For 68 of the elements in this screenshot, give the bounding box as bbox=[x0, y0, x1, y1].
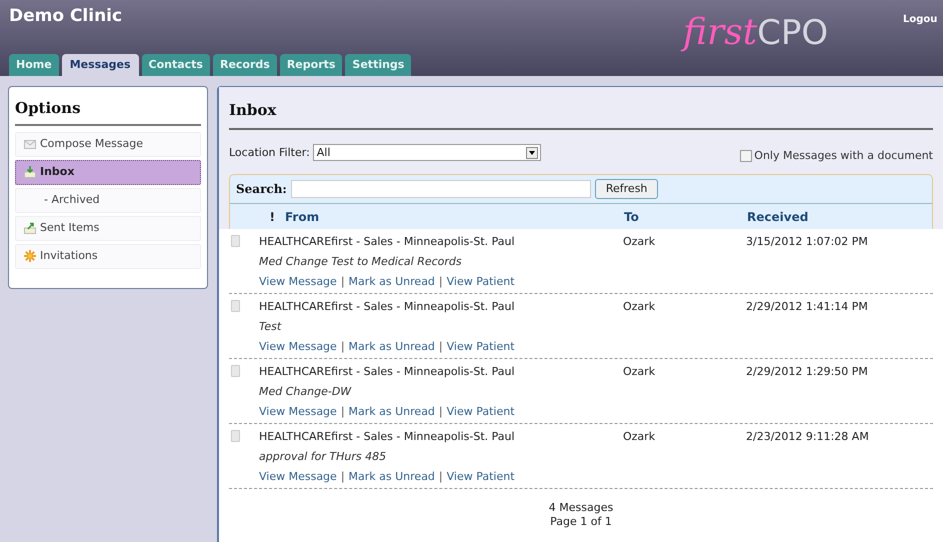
link-separator: | bbox=[340, 274, 345, 290]
sidebar-item[interactable]: Compose Message bbox=[15, 132, 201, 156]
inbox-title: Inbox bbox=[229, 99, 933, 130]
logout-link[interactable]: Logou bbox=[903, 12, 938, 27]
nav-tab[interactable]: Messages bbox=[62, 54, 138, 76]
link-separator: | bbox=[340, 404, 345, 420]
message-action-link[interactable]: Mark as Unread bbox=[348, 338, 435, 356]
message-subject: approval for THurs 485 bbox=[259, 449, 388, 465]
app-logo: firstCPO bbox=[683, 6, 828, 60]
message-sender: HEALTHCAREfirst - Sales - Minneapolis-St. Paul bbox=[259, 234, 516, 250]
document-icon bbox=[231, 235, 240, 247]
message-received: 2/23/2012 9:11:28 AM bbox=[746, 429, 870, 445]
message-action-link[interactable]: Mark as Unread bbox=[348, 468, 435, 486]
link-separator: | bbox=[340, 469, 345, 485]
options-title: Options bbox=[15, 97, 201, 126]
clinic-title: Demo Clinic bbox=[9, 5, 124, 28]
link-separator: | bbox=[438, 404, 443, 420]
link-separator: | bbox=[438, 274, 443, 290]
column-header: From bbox=[285, 208, 320, 226]
column-header: To bbox=[624, 208, 640, 226]
message-action-link[interactable]: Mark as Unread bbox=[348, 403, 435, 421]
sidebar-item[interactable]: Inbox bbox=[15, 160, 201, 184]
search-label: Search: bbox=[236, 181, 287, 198]
message-sender: HEALTHCAREfirst - Sales - Minneapolis-St. Paul bbox=[259, 364, 516, 380]
message-recipient: Ozark bbox=[623, 364, 656, 380]
message-subject: Med Change-DW bbox=[259, 384, 352, 400]
message-subject: Med Change Test to Medical Records bbox=[259, 254, 463, 270]
message-received: 2/29/2012 1:41:14 PM bbox=[746, 299, 869, 315]
document-icon bbox=[231, 300, 240, 312]
document-filter-label: Only Messages with a document bbox=[754, 148, 933, 164]
message-count: 4 Messages bbox=[548, 501, 614, 515]
column-header: ! bbox=[270, 208, 276, 226]
tray-arrow-icon bbox=[24, 166, 36, 178]
link-separator: | bbox=[438, 339, 443, 355]
page-indicator: Page 1 of 1 bbox=[550, 515, 612, 529]
message-action-link[interactable]: View Patient bbox=[446, 403, 515, 421]
message-action-link[interactable]: View Message bbox=[259, 403, 337, 421]
message-action-link[interactable]: View Patient bbox=[446, 338, 515, 356]
message-action-link[interactable]: View Message bbox=[259, 273, 337, 291]
message-subject: Test bbox=[259, 319, 282, 335]
message-received: 2/29/2012 1:29:50 PM bbox=[746, 364, 869, 380]
message-action-link[interactable]: View Patient bbox=[446, 273, 515, 291]
document-icon bbox=[231, 430, 240, 442]
message-recipient: Ozark bbox=[623, 234, 656, 250]
location-filter-label: Location Filter: bbox=[229, 144, 310, 160]
sidebar-item[interactable]: Sent Items bbox=[15, 216, 201, 240]
link-separator: | bbox=[438, 469, 443, 485]
message-sender: HEALTHCAREfirst - Sales - Minneapolis-St. Paul bbox=[259, 429, 516, 445]
document-icon bbox=[231, 365, 240, 377]
sidebar-item[interactable]: Invitations bbox=[15, 244, 201, 268]
document-filter-checkbox[interactable] bbox=[740, 150, 752, 162]
envelope-icon bbox=[24, 140, 36, 148]
column-header: Received bbox=[747, 208, 810, 226]
search-field[interactable] bbox=[290, 180, 591, 198]
location-filter-dropdown[interactable]: All bbox=[312, 144, 541, 162]
message-sender: HEALTHCAREfirst - Sales - Minneapolis-St. Paul bbox=[259, 299, 516, 315]
message-recipient: Ozark bbox=[623, 429, 656, 445]
message-received: 3/15/2012 1:07:02 PM bbox=[746, 234, 869, 250]
message-recipient: Ozark bbox=[623, 299, 656, 315]
message-action-link[interactable]: View Patient bbox=[446, 468, 515, 486]
message-action-link[interactable]: View Message bbox=[259, 468, 337, 486]
message-action-link[interactable]: Mark as Unread bbox=[348, 273, 435, 291]
star-burst-icon bbox=[24, 250, 36, 262]
sidebar-item[interactable]: - Archived bbox=[15, 188, 201, 212]
message-action-link[interactable]: View Message bbox=[259, 338, 337, 356]
link-separator: | bbox=[340, 339, 345, 355]
tray-arrow-icon bbox=[24, 222, 36, 234]
refresh-button[interactable]: Refresh bbox=[594, 179, 658, 199]
